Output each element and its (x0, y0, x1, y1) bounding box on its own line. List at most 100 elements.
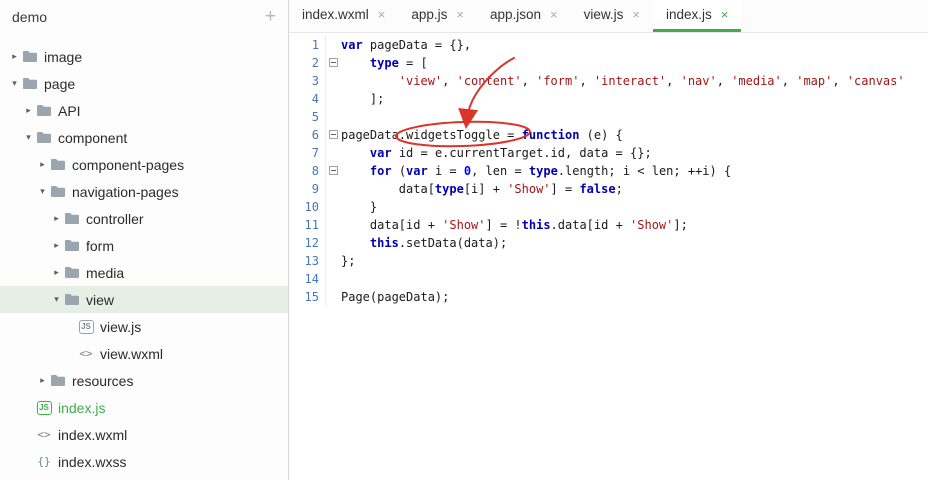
line-number: 15 (304, 290, 319, 304)
tree-item-navigation-pages[interactable]: ▾ navigation-pages (0, 178, 288, 205)
close-icon[interactable]: × (378, 7, 386, 22)
tab-index.wxml[interactable]: index.wxml × (289, 0, 398, 32)
chevron-right-icon[interactable]: ▸ (50, 240, 63, 251)
close-icon[interactable]: × (721, 7, 729, 22)
tree-item-label: component-pages (72, 156, 185, 173)
tree-item-component-pages[interactable]: ▸ component-pages (0, 151, 288, 178)
tab-app.js[interactable]: app.js × (398, 0, 477, 32)
chevron-right-icon[interactable]: ▸ (8, 51, 21, 62)
gutter-spacer (325, 198, 341, 216)
code-line[interactable]: 7 var id = e.currentTarget.id, data = {}… (289, 144, 928, 162)
folder-icon (21, 50, 39, 63)
line-number: 2 (311, 56, 319, 70)
gutter-spacer (325, 180, 341, 198)
code-line[interactable]: 5 (289, 108, 928, 126)
file-type-js-icon: JS (35, 400, 53, 415)
tab-label: index.wxml (302, 7, 369, 22)
tree-item-index.wxml[interactable]: <> index.wxml (0, 421, 288, 448)
tree-item-index.wxss[interactable]: {} index.wxss (0, 448, 288, 475)
tree-item-label: controller (86, 210, 144, 227)
collapse-icon[interactable] (329, 166, 338, 175)
code-text: this.setData(data); (369, 236, 508, 250)
tab-view.js[interactable]: view.js × (571, 0, 653, 32)
tree-item-label: form (86, 237, 114, 254)
tree-item-label: component (58, 129, 128, 146)
chevron-right-icon[interactable]: ▸ (22, 105, 35, 116)
line-number: 14 (304, 272, 319, 286)
close-icon[interactable]: × (550, 7, 558, 22)
tree-item-media[interactable]: ▸ media (0, 259, 288, 286)
code-text: var pageData = {}, (341, 38, 472, 52)
tree-item-label: API (58, 102, 81, 119)
tree-item-view.wxml[interactable]: <> view.wxml (0, 340, 288, 367)
tree-item-image[interactable]: ▸ image (0, 43, 288, 70)
chevron-down-icon[interactable]: ▾ (8, 78, 21, 89)
tree-item-component[interactable]: ▾ component (0, 124, 288, 151)
line-number: 11 (304, 218, 319, 232)
tree-item-label: navigation-pages (72, 183, 179, 200)
close-icon[interactable]: × (632, 7, 640, 22)
chevron-right-icon[interactable]: ▸ (50, 267, 63, 278)
code-line[interactable]: 12 this.setData(data); (289, 234, 928, 252)
tree-item-label: resources (72, 372, 134, 389)
collapse-icon[interactable] (329, 130, 338, 139)
code-line[interactable]: 1 var pageData = {}, (289, 36, 928, 54)
tree-item-view.js[interactable]: JS view.js (0, 313, 288, 340)
chevron-down-icon[interactable]: ▾ (36, 186, 49, 197)
project-title: demo (12, 8, 48, 25)
code-text: 'view', 'content', 'form', 'interact', '… (398, 74, 905, 88)
tree-item-index.js[interactable]: JS index.js (0, 394, 288, 421)
file-tree[interactable]: ▸ image ▾ page ▸ API ▾ component ▸ component-page… (0, 33, 288, 480)
chevron-right-icon[interactable]: ▸ (36, 375, 49, 386)
code-text: pageData.widgetsToggle = function (e) { (341, 128, 623, 142)
code-line[interactable]: 13}; (289, 252, 928, 270)
tab-label: app.json (490, 7, 542, 22)
tree-item-label: image (44, 48, 83, 65)
tree-item-label: media (86, 264, 125, 281)
code-line[interactable]: 8 for (var i = 0, len = type.length; i <… (289, 162, 928, 180)
code-line[interactable]: 10 } (289, 198, 928, 216)
code-line[interactable]: 14 (289, 270, 928, 288)
code-line[interactable]: 6 pageData.widgetsToggle = function (e) { (289, 126, 928, 144)
code-line[interactable]: 4 ]; (289, 90, 928, 108)
chevron-right-icon[interactable]: ▸ (36, 159, 49, 170)
code-line[interactable]: 9 data[type[i] + 'Show'] = false; (289, 180, 928, 198)
chevron-down-icon[interactable]: ▾ (22, 132, 35, 143)
folder-icon (49, 374, 67, 387)
add-button[interactable]: + (265, 7, 276, 26)
tree-item-view[interactable]: ▾ view (0, 286, 288, 313)
file-type-wxml-icon: <> (37, 428, 51, 441)
code-line[interactable]: 11 data[id + 'Show'] = !this.data[id + '… (289, 216, 928, 234)
line-number: 6 (311, 128, 319, 142)
chevron-down-icon[interactable]: ▾ (50, 294, 63, 305)
tree-item-label: index.wxml (58, 426, 128, 443)
tab-app.json[interactable]: app.json × (477, 0, 571, 32)
tree-item-API[interactable]: ▸ API (0, 97, 288, 124)
code-line[interactable]: 2 type = [ (289, 54, 928, 72)
line-number: 9 (311, 182, 319, 196)
tree-item-label: view.js (100, 318, 142, 335)
chevron-right-icon[interactable]: ▸ (50, 213, 63, 224)
tree-item-page[interactable]: ▾ page (0, 70, 288, 97)
tab-index.js[interactable]: index.js × (653, 0, 742, 32)
tree-item-label: view.wxml (100, 345, 164, 362)
folder-icon (35, 104, 53, 117)
folder-icon (63, 293, 81, 306)
collapse-icon[interactable] (329, 58, 338, 67)
tree-item-form[interactable]: ▸ form (0, 232, 288, 259)
fold-gutter (325, 126, 341, 144)
file-type-wxss-icon: {} (37, 455, 51, 468)
code-editor[interactable]: 1 var pageData = {}, 2 type = [3 'view', '… (289, 33, 928, 480)
line-number: 13 (304, 254, 319, 268)
folder-icon (63, 212, 81, 225)
code-line[interactable]: 15 Page(pageData); (289, 288, 928, 306)
code-text: var id = e.currentTarget.id, data = {}; (369, 146, 652, 160)
tree-item-resources[interactable]: ▸ resources (0, 367, 288, 394)
tree-item-controller[interactable]: ▸ controller (0, 205, 288, 232)
line-number: 7 (311, 146, 319, 160)
line-number: 1 (311, 38, 319, 52)
tree-item-label: index.js (58, 399, 106, 416)
tree-item-label: page (44, 75, 76, 92)
code-line[interactable]: 3 'view', 'content', 'form', 'interact',… (289, 72, 928, 90)
close-icon[interactable]: × (456, 7, 464, 22)
